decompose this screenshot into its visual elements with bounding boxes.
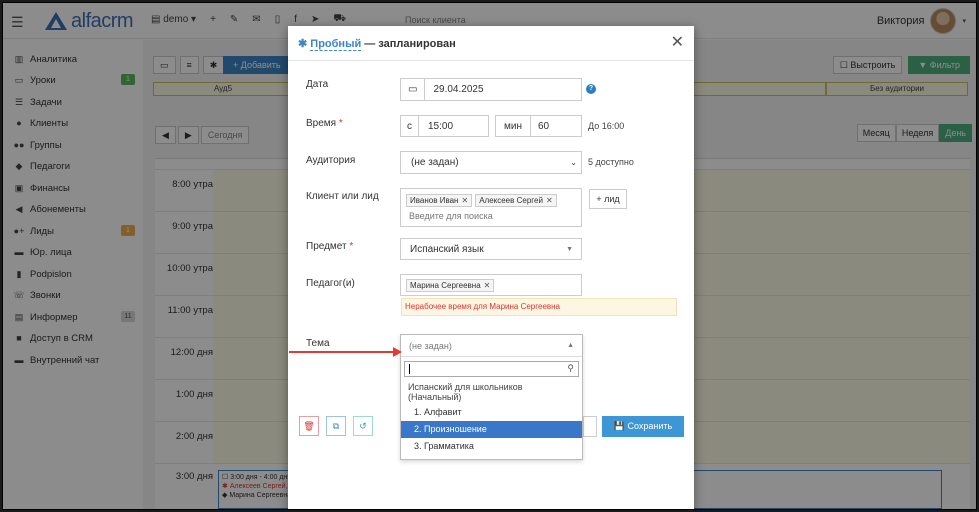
topic-select-value[interactable]: (не задан) ▲: [401, 335, 582, 357]
delete-icon[interactable]: 🗑: [299, 416, 319, 436]
subject-select[interactable]: Испанский язык ▼: [400, 238, 582, 260]
copy-icon[interactable]: ⧉: [326, 416, 346, 436]
subject-value: Испанский язык: [410, 243, 484, 255]
date-field[interactable]: ▭ 29.04.2025: [400, 78, 582, 101]
caret-down-icon: ▼: [566, 245, 573, 253]
subject-label: Предмет *: [306, 241, 354, 252]
teacher-multiselect[interactable]: Марина Сергеевна ✕: [400, 274, 582, 296]
room-label: Аудитория: [306, 155, 356, 166]
client-tag-label: Иванов Иван: [410, 196, 459, 205]
client-search-input[interactable]: Введите для поиска: [406, 211, 576, 221]
client-tag: Иванов Иван ✕: [406, 194, 473, 207]
save-label: Сохранить: [627, 421, 673, 431]
client-label: Клиент или лид: [306, 191, 379, 202]
topic-option[interactable]: 1. Алфавит: [401, 404, 582, 421]
modal-title: ✱ Пробный — запланирован: [298, 37, 456, 51]
cancel-button[interactable]: [583, 416, 597, 437]
topic-label: Тема: [306, 338, 330, 349]
duration-field[interactable]: мин 60: [495, 115, 582, 137]
teacher-tag: Марина Сергеевна ✕: [406, 278, 495, 292]
remove-icon[interactable]: ✕: [484, 281, 491, 290]
rooms-available: 5 доступно: [588, 157, 634, 167]
caret-up-icon: ▲: [567, 342, 574, 349]
duration-prefix: мин: [496, 116, 531, 136]
topic-option[interactable]: 3. Грамматика: [401, 438, 582, 455]
client-tag: Алексеев Сергей ✕: [475, 194, 557, 207]
time-from-prefix: с: [401, 116, 419, 136]
client-tag-label: Алексеев Сергей: [479, 196, 543, 205]
help-icon[interactable]: ?: [586, 84, 596, 94]
save-button[interactable]: 💾 Сохранить: [602, 416, 684, 437]
date-value: 29.04.2025: [433, 84, 484, 95]
close-icon[interactable]: ✕: [671, 32, 684, 52]
room-value: (не задан): [411, 157, 459, 168]
remove-icon[interactable]: ✕: [546, 196, 553, 205]
calendar-icon: ▭: [401, 79, 426, 100]
duration-value: 60: [537, 120, 550, 132]
time-to: До 16:00: [588, 121, 625, 131]
history-icon[interactable]: ↺: [353, 416, 373, 436]
time-from-field[interactable]: с 15:00: [400, 115, 489, 137]
add-lead-button[interactable]: + лид: [589, 189, 627, 209]
remove-icon[interactable]: ✕: [461, 196, 468, 205]
lesson-type-link[interactable]: Пробный: [310, 38, 362, 51]
warning-message: Нерабочее время для Марина Сергеевна: [401, 298, 677, 316]
time-label-text: Время: [306, 118, 337, 129]
room-select[interactable]: (не задан) ⌄: [400, 151, 582, 174]
divider: [288, 60, 694, 61]
chevron-down-icon: ⌄: [570, 158, 577, 167]
annotation-arrow-head: [393, 347, 402, 357]
topic-dropdown[interactable]: (не задан) ▲ ⚲ Испанский для школьников (…: [400, 334, 583, 460]
app-frame: ☰ alfacrm ▤ demo ▾ + ✎ ✉ ▯ f ➤ ⛟ Поиск к…: [2, 2, 977, 510]
text-cursor: [409, 364, 410, 374]
teacher-label: Педагог(и): [306, 278, 355, 289]
trial-icon: ✱: [298, 38, 308, 50]
time-label: Время *: [306, 118, 343, 129]
teacher-tag-label: Марина Сергеевна: [410, 280, 481, 290]
subject-label-text: Предмет: [306, 241, 347, 252]
topic-group-label: Испанский для школьников (Начальный): [408, 382, 523, 402]
lesson-status: — запланирован: [361, 38, 456, 50]
annotation-arrow: [289, 351, 397, 353]
search-icon: ⚲: [567, 363, 574, 373]
time-from-value: 15:00: [428, 120, 454, 132]
lesson-modal: ✱ Пробный — запланирован ✕ Дата ▭ 29.04.…: [288, 26, 694, 509]
topic-search-input[interactable]: ⚲: [404, 361, 579, 377]
client-multiselect[interactable]: Иванов Иван ✕ Алексеев Сергей ✕ Введите для…: [400, 188, 582, 227]
date-label: Дата: [306, 79, 329, 90]
topic-value: (не задан): [409, 341, 452, 351]
topic-option-highlighted[interactable]: 2. Произношение: [401, 421, 582, 438]
